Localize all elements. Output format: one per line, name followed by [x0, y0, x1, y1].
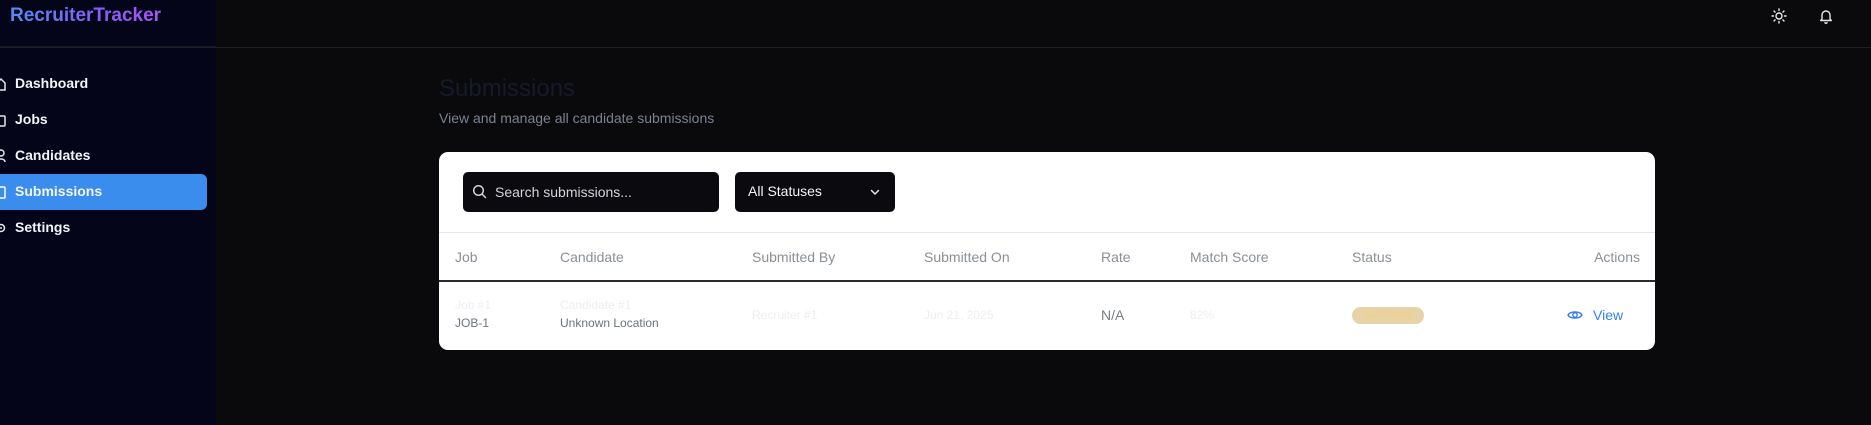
user-icon	[0, 149, 6, 163]
candidate-name[interactable]: Candidate #1	[560, 298, 631, 312]
job-id: JOB-1	[455, 316, 490, 330]
sidebar-divider	[0, 46, 216, 47]
match-score: 82%	[1190, 308, 1215, 322]
home-icon	[0, 77, 6, 91]
view-button[interactable]: View	[1567, 303, 1623, 327]
status-badge: Submitted	[1352, 307, 1424, 324]
view-button-label: View	[1593, 307, 1624, 323]
page-title: Submissions	[439, 75, 576, 102]
sidebar-item-label: Candidates	[15, 147, 91, 163]
submitted-by: Recruiter #1	[752, 308, 818, 322]
column-header-status: Status	[1352, 249, 1392, 265]
candidate-location: Unknown Location	[560, 316, 659, 330]
table-row[interactable]: Job #1 JOB-1 Candidate #1 Unknown Locati…	[439, 282, 1655, 350]
submitted-on: Jun 21, 2025	[924, 308, 994, 322]
briefcase-icon	[0, 115, 6, 127]
column-header-submitted-on: Submitted On	[924, 249, 1010, 265]
sidebar-item-settings[interactable]: Settings	[0, 210, 207, 246]
gear-icon	[0, 223, 6, 233]
eye-icon	[1567, 307, 1583, 323]
chevron-down-icon	[870, 189, 880, 196]
submissions-card: All Statuses Job Candidate Submitted By …	[439, 152, 1655, 350]
page-subtitle: View and manage all candidate submission…	[439, 110, 715, 126]
search-input[interactable]	[495, 181, 705, 203]
search-icon	[472, 184, 487, 199]
column-header-candidate: Candidate	[560, 249, 624, 265]
sidebar-item-label: Dashboard	[15, 75, 89, 91]
sidebar-item-label: Jobs	[15, 111, 48, 127]
status-filter-value: All Statuses	[748, 183, 822, 199]
table-header: Job Candidate Submitted By Submitted On …	[439, 233, 1655, 282]
column-header-submitted-by: Submitted By	[752, 249, 836, 265]
column-header-rate: Rate	[1101, 249, 1131, 265]
sun-icon[interactable]	[1768, 5, 1790, 27]
file-icon	[0, 186, 6, 199]
column-header-match-score: Match Score	[1190, 249, 1269, 265]
search-box[interactable]	[463, 172, 719, 212]
bell-icon[interactable]	[1815, 5, 1837, 27]
column-header-actions: Actions	[1594, 249, 1640, 265]
sidebar-item-label: Submissions	[15, 183, 103, 199]
sidebar-nav: Dashboard Jobs Candidates Submissions Se…	[0, 66, 216, 246]
sidebar-item-dashboard[interactable]: Dashboard	[0, 66, 207, 102]
sidebar-item-label: Settings	[15, 219, 71, 235]
rate-value: N/A	[1101, 307, 1125, 323]
job-title[interactable]: Job #1	[455, 298, 491, 312]
sidebar-item-jobs[interactable]: Jobs	[0, 102, 207, 138]
top-bar	[0, 0, 1871, 48]
status-filter-select[interactable]: All Statuses	[735, 172, 895, 212]
sidebar-item-candidates[interactable]: Candidates	[0, 138, 207, 174]
column-header-job: Job	[455, 249, 478, 265]
sidebar-item-submissions[interactable]: Submissions	[0, 174, 207, 210]
app-logo[interactable]: RecruiterTracker	[10, 5, 161, 27]
